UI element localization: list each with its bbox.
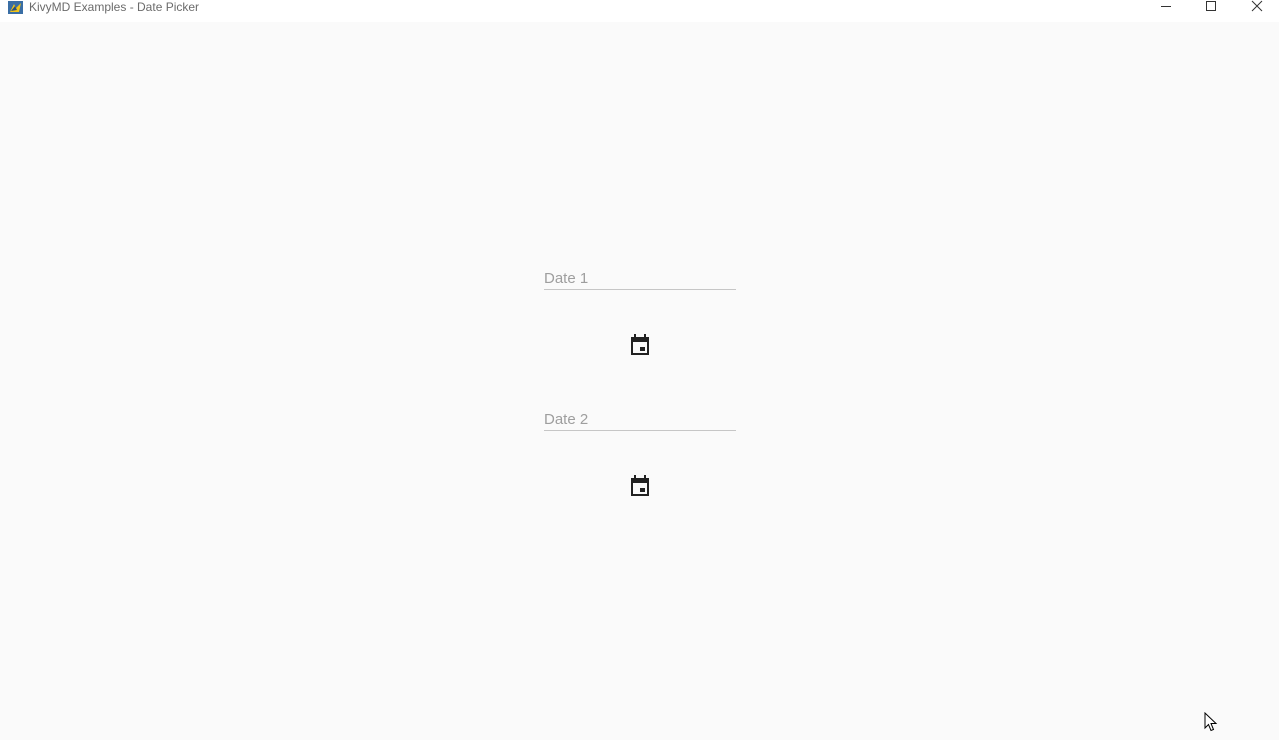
date2-calendar-button[interactable] bbox=[624, 472, 656, 504]
date1-field[interactable] bbox=[544, 267, 736, 290]
date2-field[interactable] bbox=[544, 408, 736, 431]
app-content bbox=[0, 22, 1279, 740]
minimize-button[interactable] bbox=[1143, 0, 1189, 16]
kivy-app-icon bbox=[8, 1, 23, 14]
window-titlebar[interactable]: KivyMD Examples - Date Picker bbox=[0, 0, 1279, 22]
mouse-cursor-icon bbox=[1204, 711, 1218, 732]
date1-input[interactable] bbox=[544, 267, 736, 289]
calendar-icon bbox=[630, 474, 650, 502]
calendar-icon bbox=[630, 333, 650, 361]
close-button[interactable] bbox=[1234, 0, 1279, 16]
date1-calendar-button[interactable] bbox=[624, 331, 656, 363]
date2-input[interactable] bbox=[544, 408, 736, 430]
maximize-icon bbox=[1205, 0, 1217, 17]
maximize-button[interactable] bbox=[1188, 0, 1234, 16]
minimize-icon bbox=[1160, 0, 1172, 17]
close-icon bbox=[1251, 0, 1263, 17]
window-title: KivyMD Examples - Date Picker bbox=[29, 0, 200, 14]
